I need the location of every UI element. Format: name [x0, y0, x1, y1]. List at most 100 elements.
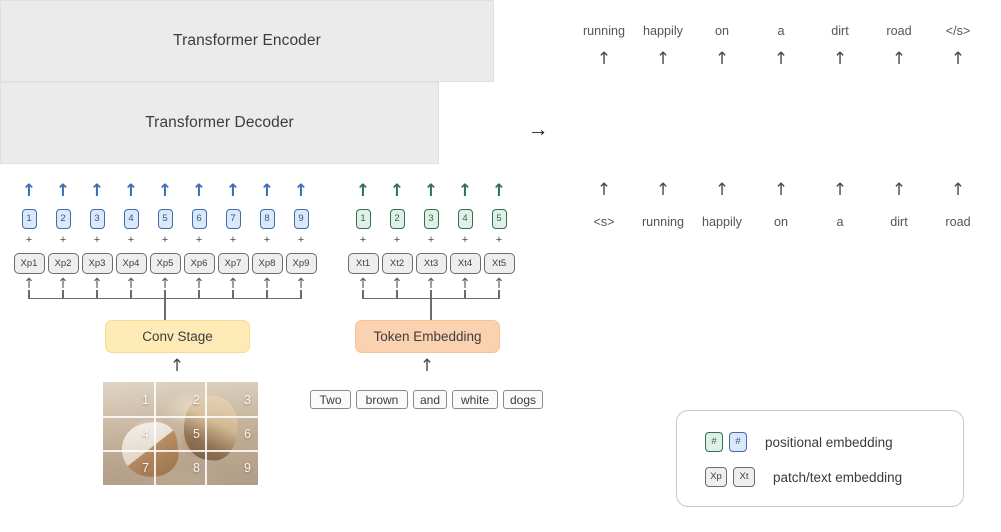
text-embedding-chip-0: Xt1 — [347, 253, 379, 274]
patch-embedding-chip-2: Xp3 — [81, 253, 113, 274]
patch-embedding-label-4: Xp5 — [156, 257, 174, 269]
input-token-chip-1: brown — [356, 390, 408, 409]
image-plus-5: + — [195, 234, 203, 246]
image-positional-chip-1: 2 — [55, 209, 71, 229]
decoder-input-0: <s> — [593, 215, 615, 229]
token-embedding-input-arrow: ↑ — [419, 356, 435, 376]
decoder-input-arrow-4: ↑ — [832, 180, 848, 200]
patch-bus-arrow-5: ↑ — [193, 276, 205, 292]
image-positional-chip-8: 9 — [293, 209, 309, 229]
patch-bus-arrow-6: ↑ — [227, 276, 239, 292]
decoder-output-arrow-4: ↑ — [832, 49, 848, 69]
text-plus-0: + — [359, 234, 367, 246]
text-positional-label-3: 4 — [462, 213, 468, 225]
decoder-output-1: happily — [643, 24, 683, 38]
text-positional-chip-3: 4 — [457, 209, 473, 229]
image-positional-label-5: 6 — [196, 213, 202, 225]
patch-number-3: 4 — [142, 427, 149, 441]
image-positional-label-2: 3 — [94, 213, 100, 225]
patch-bus-arrow-7: ↑ — [261, 276, 273, 292]
image-positional-chip-3: 4 — [123, 209, 139, 229]
decoder-input-4: a — [836, 215, 844, 229]
image-token-arrow-7: ↑ — [259, 181, 275, 201]
diagram-canvas: running happily on a dirt road </s> ↑ ↑ … — [0, 0, 1001, 532]
image-plus-8: + — [297, 234, 305, 246]
patch-number-4: 5 — [193, 427, 200, 441]
decoder-input-2: happily — [702, 215, 742, 229]
patch-embedding-label-1: Xp2 — [54, 257, 72, 269]
input-token-chip-4: dogs — [503, 390, 543, 409]
patch-number-6: 7 — [142, 461, 149, 475]
text-embedding-label-3: Xt4 — [457, 257, 473, 269]
decoder-input-arrow-5: ↑ — [891, 180, 907, 200]
text-embedding-chip-1: Xt2 — [381, 253, 413, 274]
text-plus-3: + — [461, 234, 469, 246]
legend-positional-chip-green: # — [705, 432, 723, 452]
patch-number-2: 3 — [244, 393, 251, 407]
encoder-to-decoder-arrow: → — [527, 117, 549, 141]
text-positional-label-4: 5 — [496, 213, 502, 225]
text-bus-stem — [430, 297, 432, 320]
patch-bus-horizontal-right — [164, 297, 302, 300]
image-token-arrow-2: ↑ — [89, 181, 105, 201]
patch-embedding-chip-5: Xp6 — [183, 253, 215, 274]
decoder-output-arrow-1: ↑ — [655, 49, 671, 69]
text-bus-arrow-1: ↑ — [391, 276, 403, 292]
patch-bus-arrow-4: ↑ — [159, 276, 171, 292]
decoder-input-5: dirt — [890, 215, 908, 229]
text-token-arrow-1: ↑ — [389, 181, 405, 201]
input-token-chip-3: white — [452, 390, 498, 409]
conv-stage-box[interactable]: Conv Stage — [105, 320, 250, 353]
text-embedding-label-0: Xt1 — [355, 257, 371, 269]
image-positional-label-4: 5 — [162, 213, 168, 225]
image-positional-label-1: 2 — [60, 213, 66, 225]
transformer-encoder-block[interactable]: Transformer Encoder — [0, 0, 494, 82]
decoder-input-3: on — [773, 215, 788, 229]
image-token-arrow-6: ↑ — [225, 181, 241, 201]
text-embedding-chip-2: Xt3 — [415, 253, 447, 274]
text-positional-label-2: 3 — [428, 213, 434, 225]
image-positional-chip-7: 8 — [259, 209, 275, 229]
decoder-output-arrow-3: ↑ — [773, 49, 789, 69]
patch-number-0: 1 — [142, 393, 149, 407]
decoder-output-3: a — [777, 24, 785, 38]
decoder-input-1: running — [641, 215, 684, 229]
image-positional-chip-4: 5 — [157, 209, 173, 229]
image-token-arrow-1: ↑ — [55, 181, 71, 201]
decoder-input-arrow-3: ↑ — [773, 180, 789, 200]
legend-positional-chips: # # — [705, 432, 747, 452]
text-embedding-label-1: Xt2 — [389, 257, 405, 269]
decoder-output-2: on — [714, 24, 729, 38]
patch-embedding-label-0: Xp1 — [20, 257, 38, 269]
image-token-arrow-8: ↑ — [293, 181, 309, 201]
conv-stage-input-arrow: ↑ — [169, 356, 185, 376]
decoder-output-5: road — [886, 24, 912, 38]
image-positional-chip-0: 1 — [21, 209, 37, 229]
image-positional-label-7: 8 — [264, 213, 270, 225]
text-bus-arrow-2: ↑ — [425, 276, 437, 292]
patch-number-7: 8 — [193, 461, 200, 475]
transformer-decoder-label: Transformer Decoder — [145, 114, 294, 131]
decoder-input-arrow-2: ↑ — [714, 180, 730, 200]
decoder-output-arrow-5: ↑ — [891, 49, 907, 69]
legend-embedding-chips: Xp Xt — [705, 467, 755, 487]
legend-embedding-label: patch/text embedding — [773, 469, 903, 485]
image-token-arrow-3: ↑ — [123, 181, 139, 201]
patch-embedding-label-5: Xp6 — [190, 257, 208, 269]
grid-line-v1 — [154, 382, 156, 485]
input-token-label-4: dogs — [509, 392, 537, 407]
patch-embedding-label-6: Xp7 — [224, 257, 242, 269]
token-embedding-box[interactable]: Token Embedding — [355, 320, 500, 353]
input-image-patch-grid: 1 2 3 4 5 6 7 8 9 — [103, 382, 258, 485]
legend-positional-chip-blue: # — [729, 432, 747, 452]
legend-box: # # positional embedding Xp Xt patch/tex… — [676, 410, 964, 507]
patch-embedding-chip-1: Xp2 — [47, 253, 79, 274]
text-positional-chip-1: 2 — [389, 209, 405, 229]
text-positional-chip-2: 3 — [423, 209, 439, 229]
input-token-label-1: brown — [365, 392, 399, 407]
image-positional-label-3: 4 — [128, 213, 134, 225]
patch-embedding-chip-8: Xp9 — [285, 253, 317, 274]
image-plus-0: + — [25, 234, 33, 246]
transformer-decoder-block[interactable]: Transformer Decoder — [0, 82, 439, 164]
grid-line-v2 — [205, 382, 207, 485]
